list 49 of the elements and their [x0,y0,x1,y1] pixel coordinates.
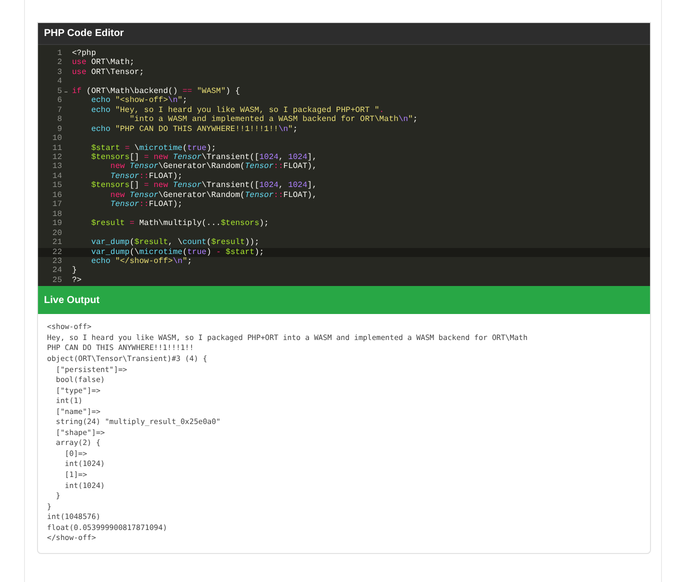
output-title: Live Output [44,294,100,308]
code-line: echo "Hey, so I heard you like WASM, so I packaged PHP+ORT ". [90,106,384,115]
line-number: 18 [52,210,62,219]
code-editor[interactable] [38,45,650,286]
code-line: use ORT\Tensor; [72,68,144,77]
line-number: 9 [57,124,62,134]
line-number: 12 [52,152,62,162]
editor-title: PHP Code Editor [44,27,124,41]
code-line: if (ORT\Math\backend() == "WASM") { [72,86,240,96]
code-line: $result = Math\multiply(...$tensors); [90,219,269,228]
line-number: 8 [57,115,62,124]
line-number: 1 [57,49,62,58]
code-line: var_dump(\microtime(true) - $start); [90,248,264,257]
line-number: 4 [57,77,62,86]
code-line: $start = \microtime(true); [90,144,216,153]
line-number: 7 [57,106,62,115]
code-line: echo "</show-off>\n"; [90,256,192,266]
code-line: Tensor::FLOAT); [109,172,182,181]
line-number: 16 [52,190,62,200]
line-number: 22 [52,248,62,257]
line-number: 21 [52,238,62,248]
line-number: 25 [52,276,62,285]
line-number: 10 [52,134,62,144]
line-number: 5 [57,86,62,96]
code-line: "into a WASM and implemented a WASM backend for ORT\Math\n"; [128,115,418,124]
line-number: 3 [57,68,62,77]
line-number: 13 [52,162,62,172]
line-number: 20 [52,228,62,238]
line-number: 15 [52,181,62,190]
line-number: 17 [52,200,62,210]
code-line: var_dump($result, \count($result)); [90,238,260,248]
code-line: ?> [72,276,82,285]
line-number: 6 [57,96,62,106]
line-number: 11 [52,144,62,153]
line-number: 14 [52,172,62,181]
code-line: } [72,266,77,276]
code-line: new Tensor\Generator\Random(Tensor::FLOAT), [109,162,317,172]
line-number: 24 [52,266,62,276]
code-line: new Tensor\Generator\Random(Tensor::FLOAT), [109,190,317,200]
line-number: 2 [57,58,62,68]
code-line: echo "<show-off>\n"; [90,96,188,106]
code-line: <?php [72,49,96,58]
line-number: 23 [52,256,62,266]
code-line: echo "PHP CAN DO THIS ANYWHERE!!1!!!1!!\n"; [90,124,298,134]
line-number: 19 [52,219,62,228]
code-line: Tensor::FLOAT); [109,200,182,210]
code-line: $tensors[] = new Tensor\Transient([1024, 1024], [90,181,317,190]
code-line: use ORT\Math; [72,58,134,68]
code-line: $tensors[] = new Tensor\Transient([1024, 1024], [90,152,317,162]
